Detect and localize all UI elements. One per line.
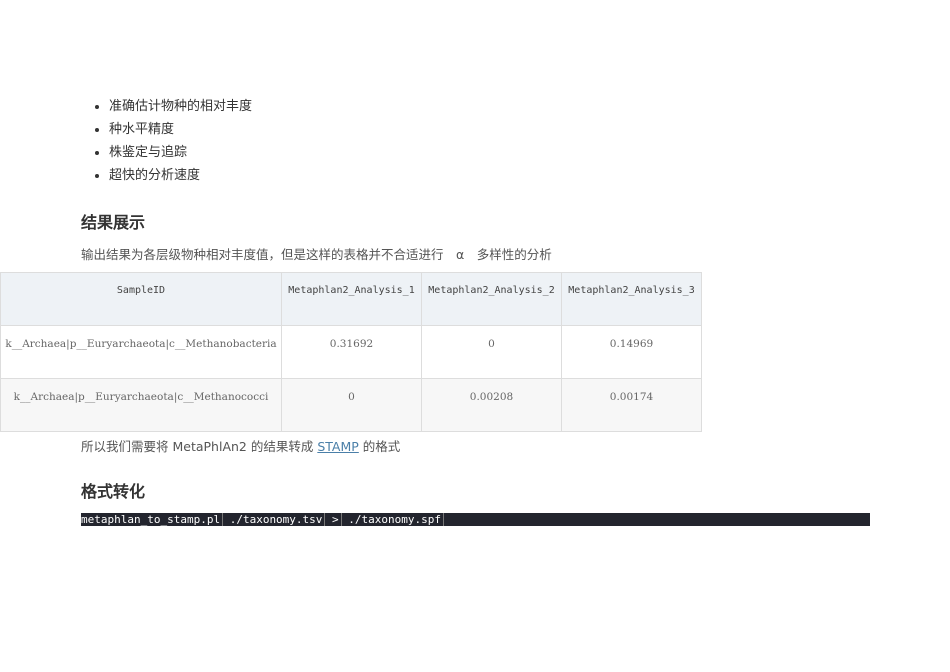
table-header: Metaphlan2_Analysis_3 (561, 272, 702, 326)
list-item: 准确估计物种的相对丰度 (109, 95, 252, 118)
convert-paragraph: 所以我们需要将 MetaPhlAn2 的结果转成 STAMP 的格式 (81, 436, 400, 455)
stamp-link[interactable]: STAMP (317, 439, 358, 454)
table-header-row: SampleID Metaphlan2_Analysis_1 Metaphlan… (0, 272, 702, 326)
list-item: 超快的分析速度 (109, 164, 252, 187)
table-cell: 0 (281, 378, 422, 432)
table-header: Metaphlan2_Analysis_2 (421, 272, 562, 326)
feature-list: 准确估计物种的相对丰度 种水平精度 株鉴定与追踪 超快的分析速度 (82, 95, 252, 187)
code-token: ./taxonomy.tsv (229, 513, 326, 526)
text: 的格式 (358, 439, 401, 454)
table-cell: 0.00174 (561, 378, 702, 432)
code-token: ./taxonomy.spf (348, 513, 445, 526)
table-cell: 0.00208 (421, 378, 562, 432)
table-cell: 0 (421, 325, 562, 379)
results-paragraph: 输出结果为各层级物种相对丰度值，但是这样的表格并不合适进行 α 多样性的分析 (81, 247, 552, 262)
table-header: Metaphlan2_Analysis_1 (281, 272, 422, 326)
table-cell: k__Archaea|p__Euryarchaeota|c__Methanoco… (0, 378, 282, 432)
abundance-table: SampleID Metaphlan2_Analysis_1 Metaphlan… (0, 272, 702, 432)
table-header: SampleID (0, 272, 282, 326)
code-token: metaphlan_to_stamp.pl (81, 513, 224, 526)
list-item: 株鉴定与追踪 (109, 141, 252, 164)
format-heading: 格式转化 (81, 482, 146, 501)
code-token: > (332, 513, 342, 526)
table-cell: 0.31692 (281, 325, 422, 379)
table-cell: 0.14969 (561, 325, 702, 379)
table-row: k__Archaea|p__Euryarchaeota|c__Methanoco… (0, 378, 702, 432)
results-heading: 结果展示 (81, 213, 146, 232)
list-item: 种水平精度 (109, 118, 252, 141)
code-block: metaphlan_to_stamp.pl ./taxonomy.tsv > .… (81, 513, 870, 526)
table-cell: k__Archaea|p__Euryarchaeota|c__Methanoba… (0, 325, 282, 379)
text: 所以我们需要将 MetaPhlAn2 的结果转成 (81, 439, 318, 454)
table-row: k__Archaea|p__Euryarchaeota|c__Methanoba… (0, 325, 702, 379)
